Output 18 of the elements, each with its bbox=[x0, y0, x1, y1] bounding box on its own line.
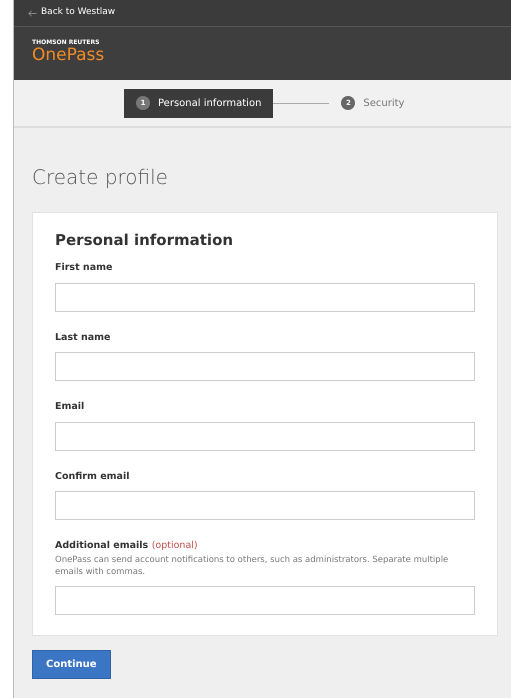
form-heading: Personal information bbox=[55, 231, 234, 249]
input-field[interactable] bbox=[55, 282, 475, 312]
field-label: Confirm email bbox=[55, 470, 130, 482]
arrow-left-icon bbox=[28, 10, 37, 16]
input-field[interactable] bbox=[55, 586, 475, 615]
product-logo: OnePass bbox=[32, 46, 104, 65]
field-label: First name bbox=[55, 262, 112, 273]
input-field[interactable] bbox=[55, 422, 475, 450]
back-link[interactable]: Back to Westlaw bbox=[28, 6, 116, 20]
optional-note: (optional) bbox=[152, 540, 198, 551]
field-hint: OnePass can send account notifications to others, such as administrators. Separate multiple emails with commas. bbox=[55, 554, 450, 579]
field-label: Email bbox=[55, 401, 84, 412]
field-label: Additional emails bbox=[55, 540, 148, 551]
input-field[interactable] bbox=[55, 352, 475, 381]
continue-button[interactable]: Continue bbox=[32, 650, 111, 679]
page-title: Create profile bbox=[32, 164, 169, 191]
field-label: Last name bbox=[55, 332, 110, 342]
input-field[interactable] bbox=[55, 491, 475, 520]
